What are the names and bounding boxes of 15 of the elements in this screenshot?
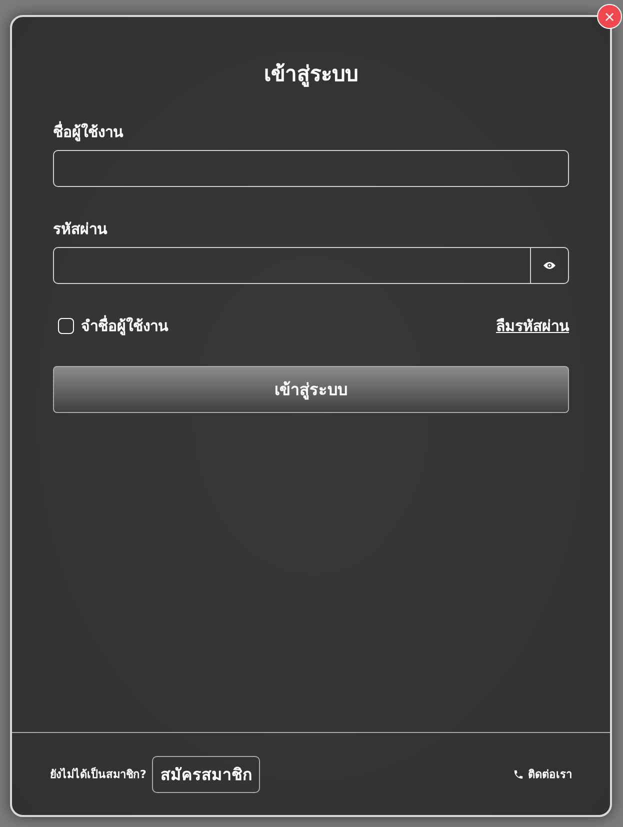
- contact-link[interactable]: ติดต่อเรา: [513, 765, 572, 783]
- dialog-title: เข้าสู่ระบบ: [263, 61, 359, 89]
- login-button[interactable]: เข้าสู่ระบบ: [53, 366, 569, 413]
- forgot-password-link[interactable]: ลืมรหัสผ่าน: [496, 314, 569, 338]
- username-field[interactable]: [53, 150, 569, 187]
- register-button[interactable]: สมัครสมาชิก: [152, 756, 260, 792]
- field-label: ชื่อผู้ใช้งาน: [53, 120, 124, 144]
- field-label: รหัสผ่าน: [53, 219, 108, 240]
- signup-prompt: ยังไม่ได้เป็นสมาชิก?: [50, 766, 146, 783]
- close-button[interactable]: ×: [597, 4, 622, 29]
- phone-icon: [513, 768, 524, 780]
- eye-icon: [543, 261, 556, 270]
- checkbox-label: จำชื่อผู้ใช้งาน: [81, 314, 168, 338]
- remember-checkbox[interactable]: [58, 318, 74, 334]
- password-field[interactable]: [53, 247, 569, 284]
